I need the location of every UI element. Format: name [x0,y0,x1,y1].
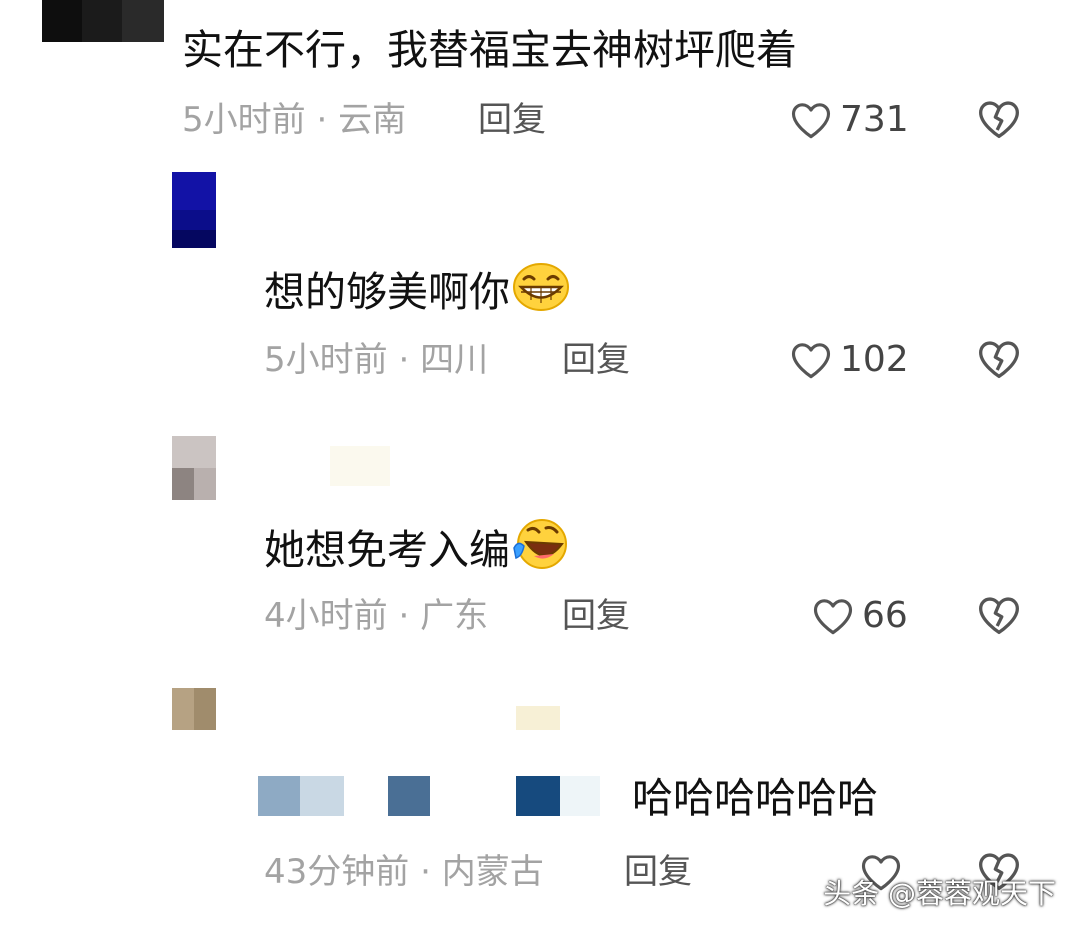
avatar [194,688,216,730]
avatar [172,468,194,500]
avatar [172,230,216,248]
blurred-mention-block [300,776,344,816]
comment-text: 她想免考入编 [264,518,570,582]
comment-location: 内蒙古 [441,852,544,892]
like-count: 731 [840,99,909,140]
comment-text-body: 想的够美啊你 [264,268,510,316]
reply-button[interactable]: 回复 [562,594,630,638]
reply-button[interactable]: 回复 [562,338,630,382]
rolling-laughing-emoji [512,518,570,582]
avatar [42,0,82,42]
like-button[interactable]: 66 [812,594,908,638]
comment-location: 云南 [338,100,407,140]
avatar [172,436,216,468]
comment-text: 想的够美啊你 [264,262,570,324]
heart-icon [790,340,832,380]
comment-text: 哈哈哈哈哈哈 [632,774,878,822]
separator: · [398,596,410,636]
heart-icon [790,100,832,140]
comment-meta: 5小时前 · 四川 [264,338,488,382]
grinning-face-emoji [512,262,570,324]
broken-heart-icon[interactable] [977,594,1021,638]
heart-icon [812,596,854,636]
comment-meta: 43分钟前 · 内蒙古 [264,850,544,894]
reply-button[interactable]: 回复 [478,98,546,142]
separator: · [398,340,410,380]
avatar [172,172,216,210]
reply-button[interactable]: 回复 [624,850,692,894]
like-button[interactable]: 731 [790,98,909,142]
like-button[interactable]: 102 [790,338,909,382]
comment-time: 43分钟前 [264,852,410,892]
blurred-mention-block [258,776,300,816]
blurred-mention-block [560,776,600,816]
comment-time: 5小时前 [264,340,388,380]
separator: · [316,100,328,140]
comment-time: 4小时前 [264,596,388,636]
comment-location: 广东 [420,596,489,636]
comment-time: 5小时前 [182,100,306,140]
like-count: 66 [862,595,908,636]
comment-meta: 4小时前 · 广东 [264,594,488,638]
like-count: 102 [840,339,909,380]
blurred-mention-block [516,776,560,816]
separator: · [420,852,431,892]
comment-meta: 5小时前 · 云南 [182,98,406,142]
blurred-mention-block [388,776,430,816]
broken-heart-icon[interactable] [977,98,1021,142]
avatar [122,0,164,42]
broken-heart-icon[interactable] [977,338,1021,382]
blurred-username [516,706,560,730]
comment-text: 实在不行，我替福宝去神树坪爬着 [182,26,797,74]
comment-text-body: 她想免考入编 [264,526,510,574]
watermark: 头条 @蓉蓉观天下 [823,877,1056,910]
blurred-username [330,446,390,486]
comment-location: 四川 [420,340,489,380]
